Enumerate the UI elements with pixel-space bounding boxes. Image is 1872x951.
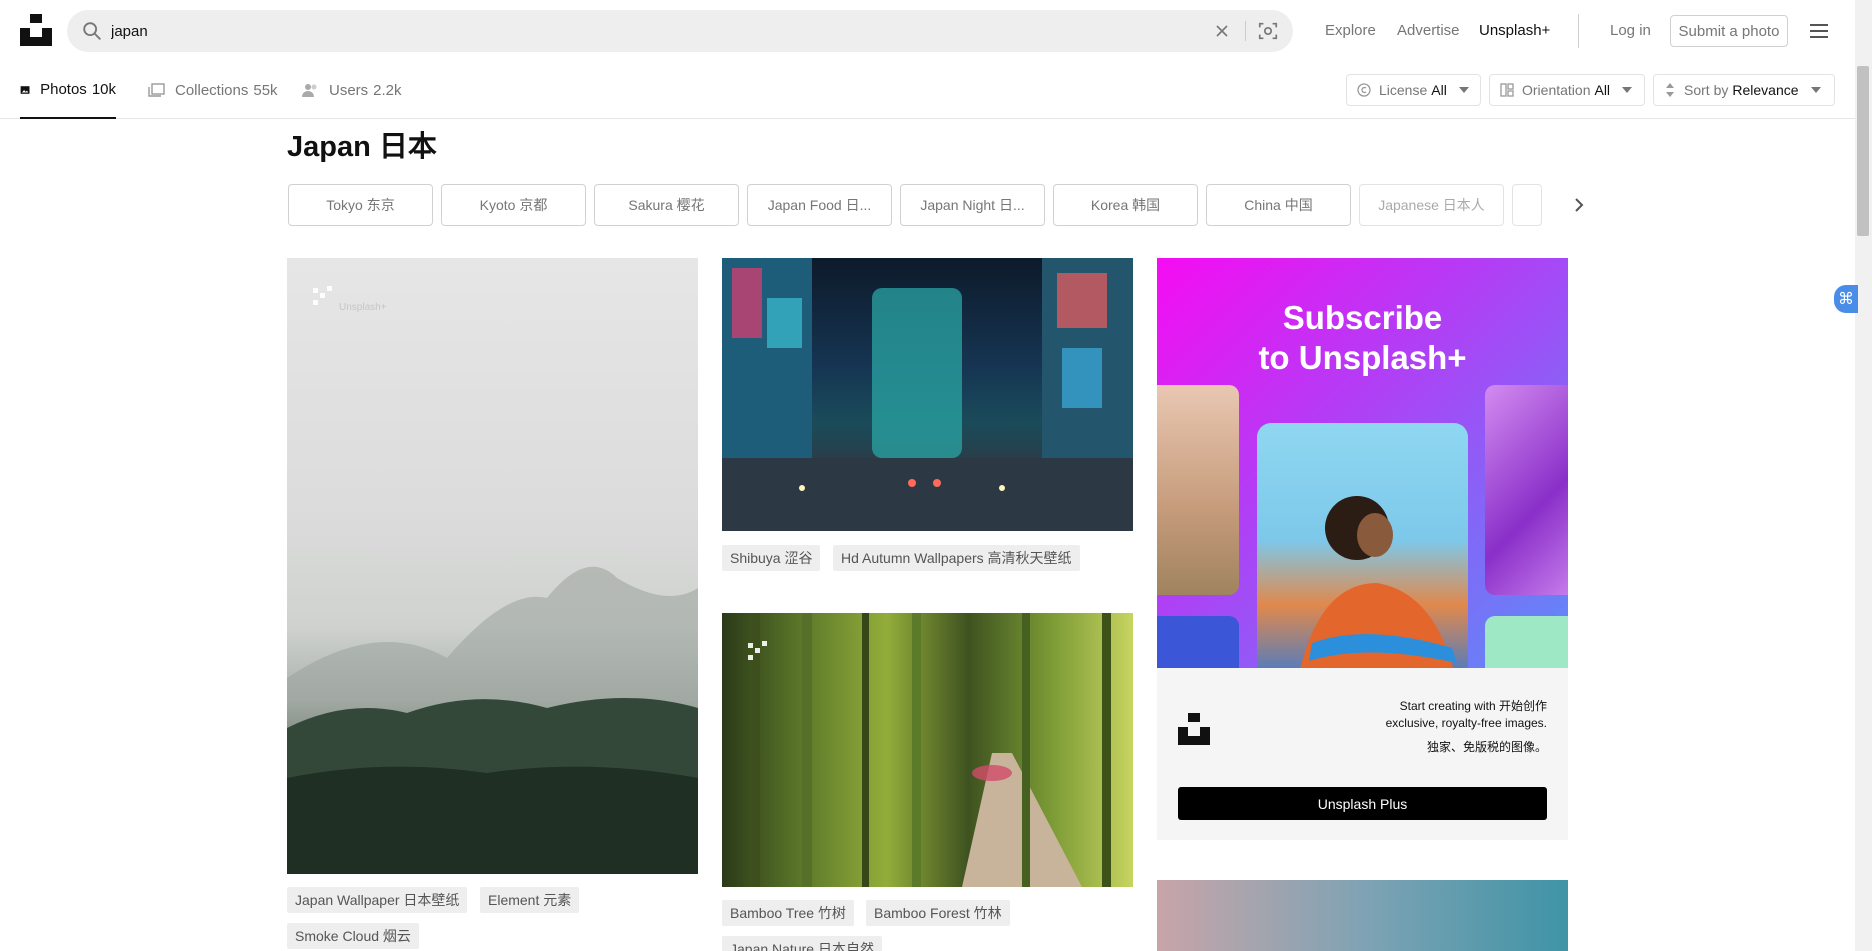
photo-tag[interactable]: Bamboo Tree 竹树: [722, 900, 854, 926]
photo-tag[interactable]: Shibuya 涩谷: [722, 545, 821, 571]
tab-label: Users: [329, 81, 369, 99]
orientation-value: All: [1594, 82, 1611, 98]
related-chip[interactable]: Japan Food 日...: [747, 184, 892, 226]
photo-misty-mountains[interactable]: Unsplash+: [287, 258, 698, 874]
ad-text-line: exclusive, royalty-free images.: [1385, 716, 1547, 730]
tab-users[interactable]: Users 2.2k: [302, 62, 402, 118]
tab-label: Photos: [40, 81, 87, 98]
unsplash-logo-icon[interactable]: [20, 14, 52, 46]
tab-count: 2.2k: [373, 81, 402, 99]
collection-icon: [148, 83, 165, 97]
license-icon: [1357, 83, 1371, 97]
photo-shibuya-night[interactable]: [722, 258, 1133, 531]
photo-tag[interactable]: Element 元素: [480, 887, 580, 913]
orientation-label: Orientation: [1522, 82, 1591, 98]
hamburger-menu-icon[interactable]: [1808, 20, 1830, 42]
unsplash-plus-icon: [748, 641, 767, 660]
top-header: Explore Advertise Unsplash+ Log in Submi…: [0, 0, 1855, 62]
chevron-down-icon: [1458, 87, 1469, 93]
close-icon[interactable]: [1212, 21, 1232, 41]
ad-image-mint: [1485, 616, 1568, 668]
related-next-button[interactable]: [1545, 184, 1585, 226]
ad-text-line: 独家、免版税的图像。: [1426, 740, 1547, 754]
chevron-right-icon: [1575, 198, 1584, 212]
search-divider: [1245, 21, 1246, 41]
related-chip[interactable]: Sakura 樱花: [594, 184, 739, 226]
photo-illustration: [752, 613, 1111, 887]
photo-tag[interactable]: Hd Autumn Wallpapers 高清秋天壁纸: [833, 545, 1080, 571]
ad-image-blue: [1157, 616, 1239, 668]
scrollbar-thumb[interactable]: [1857, 66, 1869, 236]
tab-photos[interactable]: Photos 10k: [20, 62, 116, 119]
nav-advertise[interactable]: Advertise: [1397, 22, 1460, 39]
ad-title: Subscribe to Unsplash+: [1157, 298, 1568, 378]
sort-icon: [1666, 83, 1674, 97]
search-bar: [67, 10, 1293, 52]
login-link[interactable]: Log in: [1610, 22, 1651, 39]
license-filter[interactable]: License All: [1346, 74, 1481, 106]
photo-icon: [20, 85, 30, 94]
sort-value: Relevance: [1732, 82, 1799, 98]
photo-tag[interactable]: Bamboo Forest 竹林: [866, 900, 1010, 926]
orientation-icon: [1500, 83, 1514, 97]
chevron-down-icon: [1810, 87, 1821, 93]
related-chip[interactable]: Japan Night 日...: [900, 184, 1045, 226]
visual-search-icon[interactable]: [1257, 20, 1279, 42]
ad-image-abstract: [1485, 385, 1568, 595]
photo-next-partial[interactable]: [1157, 880, 1568, 951]
search-icon[interactable]: [81, 20, 103, 42]
header-divider: [1578, 14, 1579, 48]
photo-tag[interactable]: Smoke Cloud 烟云: [287, 923, 419, 949]
photo-illustration: [722, 258, 1133, 531]
photo-tag[interactable]: Japan Wallpaper 日本壁纸: [287, 887, 468, 913]
unsplash-plus-button[interactable]: Unsplash Plus: [1178, 787, 1547, 820]
sort-label: Sort by: [1684, 82, 1729, 98]
related-chip[interactable]: Korea 韩国: [1053, 184, 1198, 226]
chevron-down-icon: [1622, 87, 1633, 93]
page-title: Japan 日本: [287, 131, 437, 163]
orientation-filter[interactable]: Orientation All: [1489, 74, 1645, 106]
sort-filter[interactable]: Sort by Relevance: [1653, 74, 1835, 106]
related-chip[interactable]: Tokyo 东京: [288, 184, 433, 226]
extension-badge-icon[interactable]: ⌘: [1834, 285, 1858, 313]
license-value: All: [1431, 82, 1447, 98]
search-tabs-bar: Photos 10k Collections 55k Users 2.2k Li…: [0, 62, 1855, 119]
related-chip[interactable]: Kyoto 京都: [441, 184, 586, 226]
related-chip-partial[interactable]: [1512, 184, 1542, 226]
photo-bamboo-forest[interactable]: [722, 613, 1133, 887]
tab-label: Collections: [175, 81, 249, 99]
search-input[interactable]: [111, 10, 1211, 52]
users-icon: [302, 84, 317, 97]
unsplash-plus-ad[interactable]: Subscribe to Unsplash+ Start creating wi…: [1157, 258, 1568, 840]
tab-collections[interactable]: Collections 55k: [148, 62, 278, 118]
ad-banner: Subscribe to Unsplash+: [1157, 258, 1568, 668]
ad-title-line: Subscribe: [1282, 299, 1443, 336]
nav-unsplash-plus[interactable]: Unsplash+: [1479, 22, 1550, 39]
tab-count: 10k: [91, 81, 116, 98]
nav-explore[interactable]: Explore: [1325, 22, 1376, 39]
related-chip[interactable]: Japanese 日本人: [1359, 184, 1504, 226]
submit-photo-button[interactable]: Submit a photo: [1670, 15, 1788, 47]
license-label: License: [1379, 82, 1428, 98]
unsplash-logo-icon: [1178, 713, 1210, 745]
photo-illustration: [287, 566, 698, 874]
ad-text-line: Start creating with 开始创作: [1399, 699, 1547, 713]
portrait-illustration: [1300, 496, 1457, 668]
ad-description: Start creating with 开始创作 exclusive, roya…: [1386, 698, 1547, 756]
related-chip[interactable]: China 中国: [1206, 184, 1351, 226]
unsplash-plus-icon: [313, 286, 332, 305]
ad-title-line: to Unsplash+: [1258, 339, 1467, 376]
watermark-text: Unsplash+: [339, 302, 387, 313]
ad-image-fashion: [1157, 385, 1239, 595]
ad-image-portrait: [1257, 423, 1468, 668]
photo-tag[interactable]: Japan Nature 日本自然: [722, 936, 882, 951]
tab-count: 55k: [253, 81, 278, 99]
